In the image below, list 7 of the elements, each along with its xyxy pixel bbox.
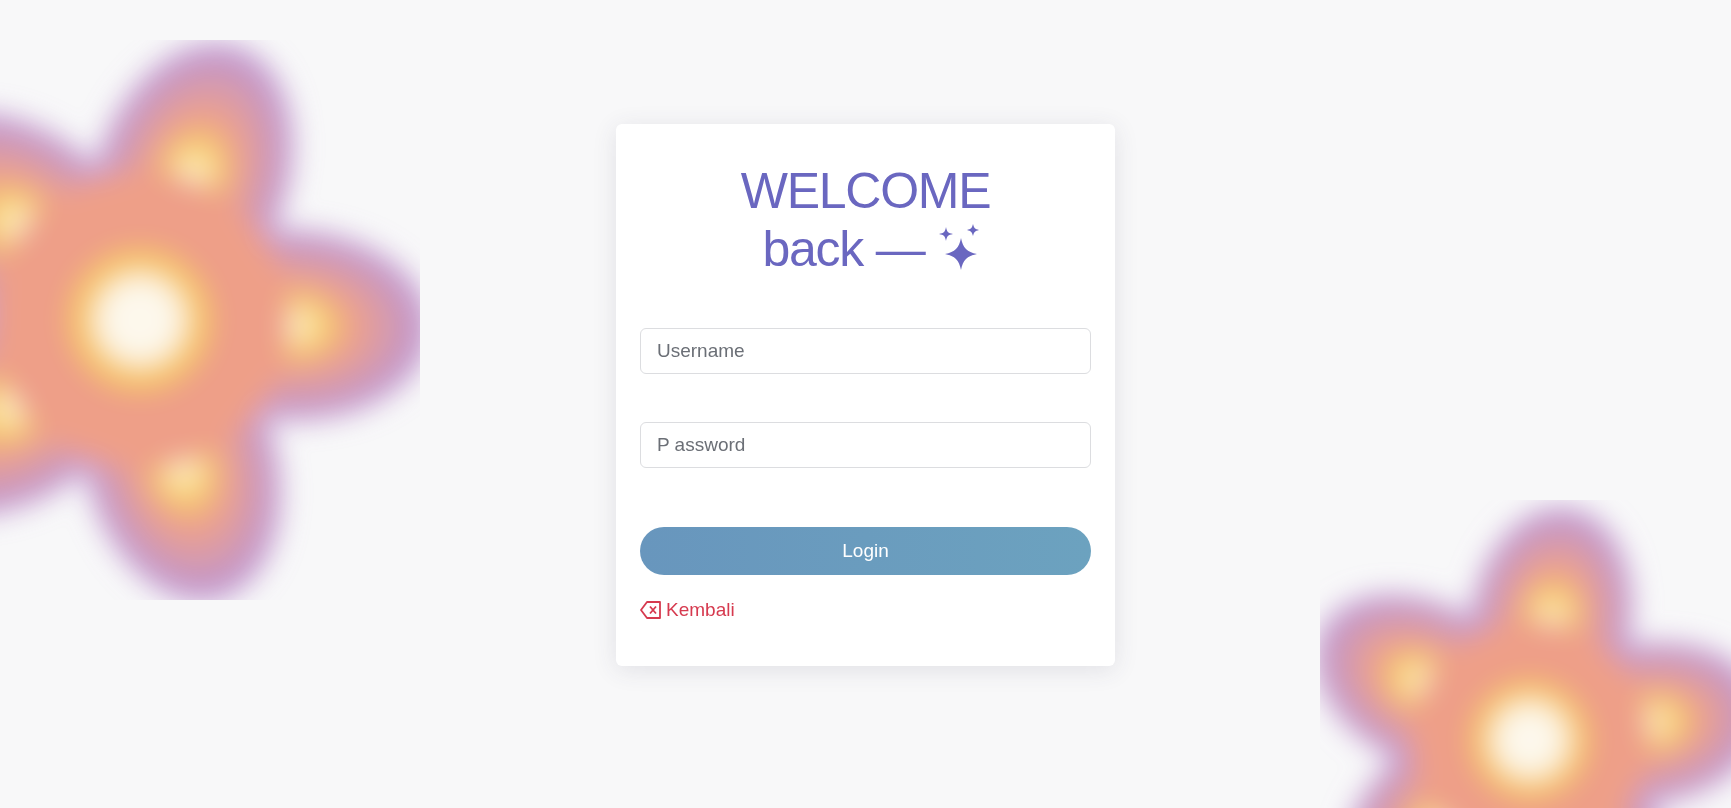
backspace-icon bbox=[640, 600, 662, 621]
input-field[interactable]: Username bbox=[640, 328, 1091, 374]
welcome-heading: back — bbox=[762, 220, 925, 278]
input-field[interactable]: P assword bbox=[640, 422, 1091, 468]
login-button[interactable]: Login bbox=[640, 527, 1091, 575]
back-link[interactable]: Kembali bbox=[640, 596, 735, 625]
welcome-heading: WELCOME bbox=[740, 162, 991, 220]
